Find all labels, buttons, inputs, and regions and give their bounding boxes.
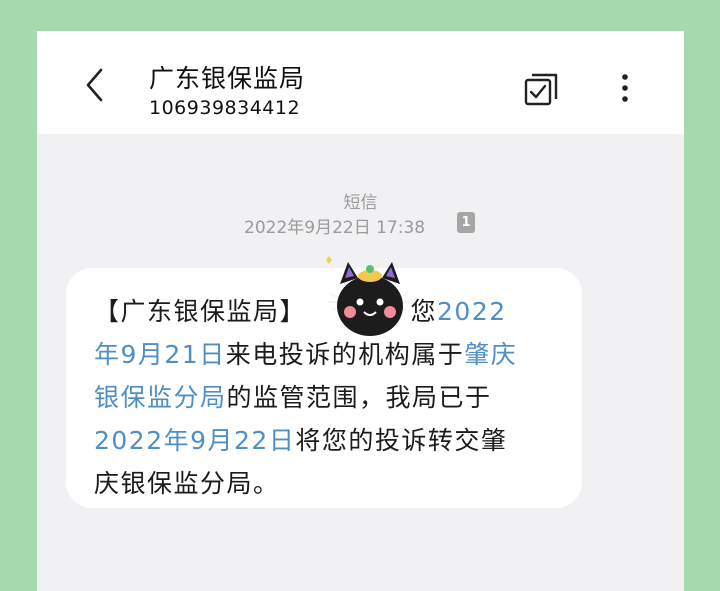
- chevron-left-icon: [86, 68, 103, 102]
- multi-select-button[interactable]: [522, 69, 562, 109]
- more-options-button[interactable]: [613, 69, 637, 109]
- cat-sticker-icon: [326, 256, 410, 336]
- multi-select-check-icon: [524, 73, 558, 106]
- message-text: 【广东银保监局】: [94, 297, 307, 326]
- message-screen: 广东银保监局 106939834412 短信 2022年9月22日 17:38 …: [37, 31, 684, 591]
- contact-number: 106939834412: [149, 97, 301, 119]
- message-text: 来电投诉的机构属于: [225, 340, 465, 369]
- conversation-header: 广东银保监局 106939834412: [37, 31, 684, 134]
- date-link[interactable]: 2022年9月22日: [94, 426, 295, 455]
- message-type-label: 短信: [343, 193, 378, 213]
- back-button[interactable]: [75, 65, 115, 105]
- message-text: 的监管范围，我局已于: [226, 383, 492, 412]
- message-timestamp: 2022年9月22日 17:38: [244, 218, 426, 238]
- more-vertical-icon: [622, 74, 628, 102]
- contact-name: 广东银保监局: [149, 64, 306, 93]
- sim-card-badge: 1: [457, 212, 475, 233]
